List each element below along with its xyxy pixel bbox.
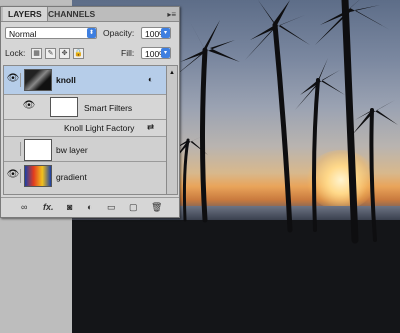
- lock-all-icon[interactable]: 🔒: [73, 48, 84, 59]
- mask-icon[interactable]: ◙: [67, 202, 72, 212]
- panel-footer: ∞ fx. ◙ ◐ ▭ ▢ 🗑: [1, 197, 179, 216]
- lock-pixels-icon[interactable]: ✎: [45, 48, 56, 59]
- scroll-up-icon[interactable]: ▲: [169, 70, 175, 76]
- lock-row: Lock: ▦ ✎ ✥ 🔒 Fill: 100% ▾: [5, 47, 175, 61]
- fill-field[interactable]: 100% ▾: [141, 47, 171, 59]
- layers-list: 👁 knoll ◐ 👁 Smart Filters Knoll Light Fa…: [3, 65, 167, 195]
- layer-name: bw layer: [56, 145, 88, 155]
- blend-row: Normal ⬍ Opacity: 100% ▾: [5, 27, 175, 41]
- tab-channels[interactable]: CHANNELS: [43, 7, 100, 21]
- layers-panel: LAYERS CHANNELS ▸≡ Normal ⬍ Opacity: 100…: [0, 6, 180, 218]
- link-icon[interactable]: ∞: [21, 202, 27, 212]
- tab-layers[interactable]: LAYERS: [3, 7, 48, 21]
- blend-mode-select[interactable]: Normal ⬍: [5, 27, 97, 39]
- dropdown-arrow-icon: ⬍: [87, 28, 96, 38]
- lock-position-icon[interactable]: ✥: [59, 48, 70, 59]
- filter-knoll-light-factory[interactable]: Knoll Light Factory ⇄: [4, 120, 166, 137]
- filter-options-icon[interactable]: ⇄: [147, 122, 154, 133]
- lock-transparency-icon[interactable]: ▦: [31, 48, 42, 59]
- visibility-off-icon[interactable]: [6, 142, 21, 156]
- layer-name: gradient: [56, 172, 87, 182]
- layers-scrollbar[interactable]: ▲: [166, 65, 178, 195]
- panel-menu-icon[interactable]: ▸≡: [167, 10, 176, 19]
- opacity-field[interactable]: 100% ▾: [141, 27, 171, 39]
- opacity-label: Opacity:: [103, 28, 135, 38]
- layer-smart-filters[interactable]: 👁 Smart Filters: [4, 95, 166, 120]
- fill-label: Fill:: [121, 48, 135, 58]
- fill-arrow-icon[interactable]: ▾: [161, 48, 170, 58]
- layer-name: Smart Filters: [84, 103, 133, 113]
- opacity-arrow-icon[interactable]: ▾: [161, 28, 170, 38]
- layer-knoll[interactable]: 👁 knoll ◐: [4, 66, 166, 95]
- layer-thumbnail-gradient: [24, 165, 52, 187]
- lock-label: Lock:: [5, 48, 26, 58]
- filter-mask-thumbnail: [50, 97, 78, 117]
- panel-tab-bar: LAYERS CHANNELS ▸≡: [1, 7, 179, 22]
- new-layer-icon[interactable]: ▢: [129, 202, 138, 213]
- smart-object-badge-icon: ◐: [148, 74, 154, 84]
- group-icon[interactable]: ▭: [107, 202, 116, 213]
- layer-thumbnail: [24, 139, 52, 161]
- adjustment-icon[interactable]: ◐: [87, 202, 92, 212]
- visibility-eye-icon[interactable]: 👁: [6, 73, 21, 87]
- fx-icon[interactable]: fx.: [43, 202, 54, 212]
- layer-gradient[interactable]: 👁 gradient: [4, 162, 166, 190]
- visibility-eye-icon[interactable]: 👁: [6, 169, 21, 183]
- layer-bw[interactable]: bw layer: [4, 137, 166, 162]
- blend-mode-value: Normal: [9, 29, 37, 39]
- layer-name: knoll: [56, 75, 76, 85]
- visibility-eye-icon[interactable]: 👁: [22, 100, 36, 114]
- trash-icon[interactable]: 🗑: [151, 202, 162, 213]
- layer-thumbnail-smart-object: [24, 69, 52, 91]
- filter-name: Knoll Light Factory: [64, 123, 135, 133]
